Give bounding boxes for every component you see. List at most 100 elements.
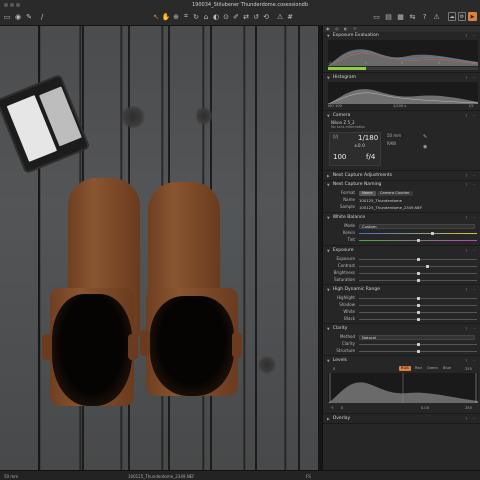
levels-tab-green[interactable]: Green [425,366,440,371]
grid-icon[interactable]: # [286,12,294,21]
section-menu-icon[interactable]: ? ⋯ [466,417,478,421]
levels-input-low[interactable]: 0 [341,406,343,410]
exposure-compensation-readout[interactable]: ±0.0 [354,144,365,149]
section-menu-icon[interactable]: ? ⋯ [466,249,478,253]
annotate-tool-icon[interactable]: ✐ [232,12,240,21]
section-menu-icon[interactable]: ? ⋯ [466,174,478,178]
rotate-tool-icon[interactable]: ↻ [192,12,200,21]
fullscreen-badge[interactable]: FS [306,474,311,479]
exposure-slider-thumb[interactable] [416,271,420,276]
undo-icon[interactable]: ⟲ [262,12,270,21]
color-tab-icon[interactable]: ◐ [344,26,348,31]
brush-icon[interactable]: / [38,12,46,21]
photo-preview[interactable] [0,26,318,470]
shutter-speed-readout[interactable]: 1/180 [358,134,378,142]
help-icon[interactable]: ? [420,12,429,21]
overlay-header[interactable]: ▶ Overlay ? ⋯ [323,415,480,422]
kelvin-slider[interactable] [359,231,477,236]
tint-slider-thumb[interactable] [416,238,420,243]
exposure-evaluation-header[interactable]: ▼ Exposure Evaluation ? ⋯ [323,32,480,39]
clarity-method-select[interactable]: Natural [359,334,475,340]
reset-icon[interactable]: ↺ [252,12,260,21]
section-menu-icon[interactable]: ? ⋯ [466,216,478,220]
exposure-slider[interactable] [359,271,477,276]
levels-tab-blue[interactable]: Blue [441,366,453,371]
format-token-counter[interactable]: Camera Counter [377,190,413,196]
camera-tab-icon[interactable]: ◉ [326,26,330,31]
capture-icon[interactable]: ◉ [14,12,22,21]
copy-adjust-icon[interactable]: ⇄ [242,12,250,21]
white-balance-header[interactable]: ▼ White Balance ? ⋯ [323,214,480,221]
crop-tool-icon[interactable]: ⌗ [182,12,190,21]
next-capture-adjustments-header[interactable]: ▶ Next Capture Adjustments ? ⋯ [323,172,480,179]
zoom-window-button[interactable] [16,3,20,7]
section-menu-icon[interactable]: ? ⋯ [466,183,478,187]
levels-tab-rgb[interactable]: RGB [399,366,411,371]
single-view-icon[interactable]: ▭ [372,12,381,21]
cursor-tool-icon[interactable]: ↖ [152,12,160,21]
clarity-slider-thumb[interactable] [416,349,420,354]
name-field[interactable]: 100125_Thunderdome [359,198,402,203]
adjust-icon[interactable]: ✎ [25,12,33,21]
compare-icon[interactable]: ⇆ [408,12,417,21]
exposure-slider[interactable] [359,278,477,283]
eyedropper-icon[interactable]: ✎ [423,134,427,140]
levels-tab-red[interactable]: Red [413,366,424,371]
clarity-slider-thumb[interactable] [416,342,420,347]
hdr-slider-thumb[interactable] [416,296,420,301]
exposure-slider-thumb[interactable] [416,278,420,283]
section-menu-icon[interactable]: ? ⋯ [466,327,478,331]
section-menu-icon[interactable]: ? ⋯ [466,34,478,38]
image-viewer[interactable] [0,26,322,470]
next-capture-naming-header[interactable]: ▼ Next Capture Naming ? ⋯ [323,181,480,188]
hdr-slider[interactable] [359,310,477,315]
iso-readout[interactable]: 100 [333,153,346,161]
hdr-slider-thumb[interactable] [416,317,420,322]
clarity-slider[interactable] [359,349,477,354]
lens-tab-icon[interactable]: ◎ [335,26,339,31]
picker-tool-icon[interactable]: ⊙ [222,12,230,21]
hdr-slider-thumb[interactable] [416,310,420,315]
exposure-slider[interactable] [359,257,477,262]
exposure-header[interactable]: ▼ Exposure ? ⋯ [323,247,480,254]
aperture-readout[interactable]: f/4 [366,153,375,161]
export-icon[interactable]: ▶ [468,12,477,21]
browser-icon[interactable]: ▦ [396,12,405,21]
close-window-button[interactable] [4,3,8,7]
exposure-tab-icon[interactable]: ☼ [353,26,357,31]
section-menu-icon[interactable]: ? ⋯ [466,288,478,292]
levels-input-high[interactable]: 255 [465,406,472,410]
tint-slider[interactable] [359,238,477,243]
section-menu-icon[interactable]: ? ⋯ [466,359,478,363]
section-menu-icon[interactable]: ? ⋯ [466,76,478,80]
clarity-slider[interactable] [359,342,477,347]
keystone-tool-icon[interactable]: ⌂ [202,12,210,21]
warning-icon[interactable]: ⚠ [432,12,441,21]
settings-icon[interactable]: ⚙ [458,12,466,21]
exposure-slider-thumb[interactable] [416,257,420,262]
kelvin-slider-thumb[interactable] [430,231,434,236]
levels-header[interactable]: ▼ Levels ? ⋯ [323,357,480,364]
hdr-header[interactable]: ▼ High Dynamic Range ? ⋯ [323,286,480,293]
cloud-icon[interactable]: ☁ [448,12,456,21]
library-icon[interactable]: ▭ [3,12,11,21]
pan-tool-icon[interactable]: ✋ [162,12,171,21]
levels-eyedropper-icon[interactable]: ✎ [331,406,334,410]
wb-mode-select[interactable]: Custom [359,223,475,229]
section-menu-icon[interactable]: ? ⋯ [466,114,478,118]
hdr-slider-thumb[interactable] [416,303,420,308]
minimize-window-button[interactable] [10,3,14,7]
hdr-slider[interactable] [359,317,477,322]
clarity-header[interactable]: ▼ Clarity ? ⋯ [323,325,480,332]
mask-tool-icon[interactable]: ◐ [212,12,220,21]
format-token-name[interactable]: Name [359,190,376,196]
hdr-slider[interactable] [359,303,477,308]
zoom-tool-icon[interactable]: ⊕ [172,12,180,21]
levels-midtone-value[interactable]: 0.00 [421,406,429,410]
exposure-slider[interactable] [359,264,477,269]
levels-output-high[interactable]: 255 [465,367,472,371]
exposure-warning-icon[interactable]: ⚠ [276,12,284,21]
levels-output-low[interactable]: 0 [333,367,335,371]
multi-view-icon[interactable]: ▤ [384,12,393,21]
camera-header[interactable]: ▼ Camera ? ⋯ [323,112,480,119]
